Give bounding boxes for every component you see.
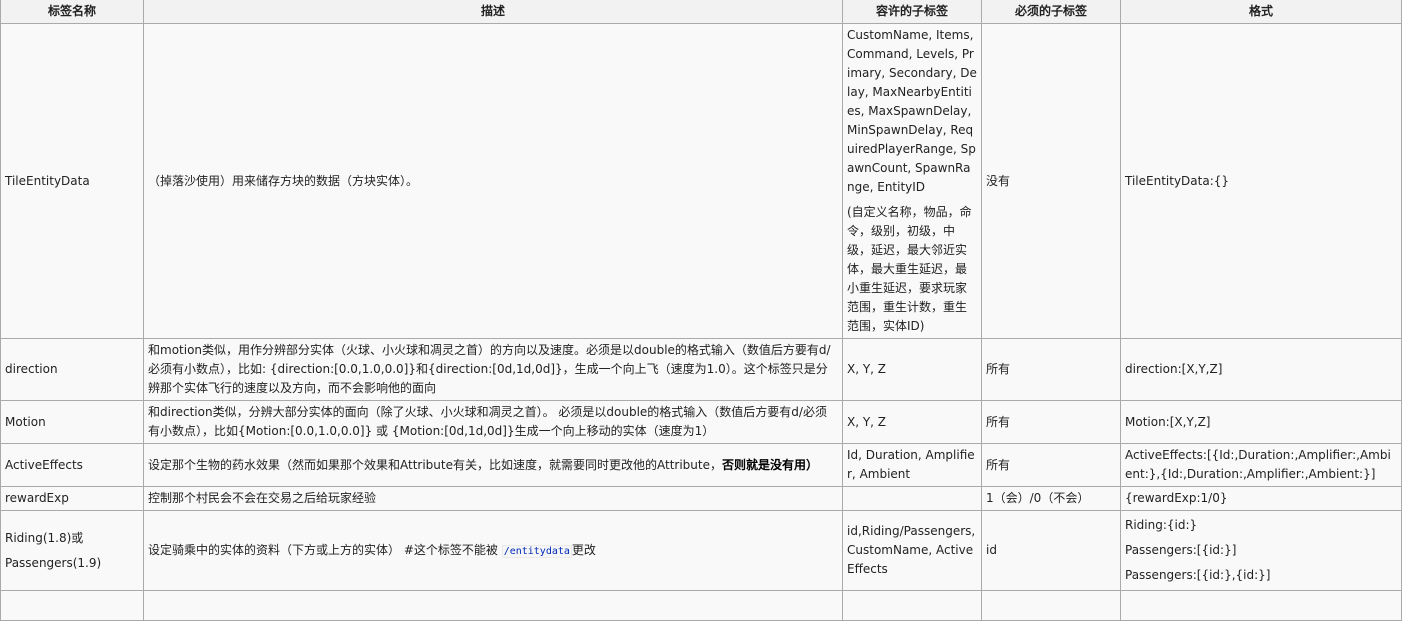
- allowed-cell: id,Riding/Passengers,CustomName, ActiveE…: [842, 510, 982, 591]
- table-row: [0, 590, 1402, 621]
- required-cell: 所有: [981, 338, 1121, 401]
- description-cell: 和direction类似，分辨大部分实体的面向（除了火球、小火球和凋灵之首）。 …: [143, 400, 843, 444]
- allowed-list: CustomName, Items, Command, Levels, Prim…: [847, 28, 977, 194]
- allowed-note: (自定义名称，物品，命令，级别，初级，中级，延迟，最大邻近实体，最大重生延迟，最…: [847, 205, 972, 333]
- allowed-cell: CustomName, Items, Command, Levels, Prim…: [842, 23, 982, 339]
- allowed-cell: Id, Duration, Amplifier, Ambient: [842, 443, 982, 487]
- table-row: direction 和motion类似，用作分辨部分实体（火球、小火球和凋灵之首…: [0, 338, 1402, 401]
- table-row: TileEntityData （掉落沙使用）用来储存方块的数据（方块实体）。 C…: [0, 23, 1402, 339]
- column-header-required[interactable]: 必须的子标签: [981, 0, 1121, 24]
- format-line: Riding:{id:}: [1125, 518, 1198, 532]
- column-header-allowed[interactable]: 容许的子标签: [842, 0, 982, 24]
- tag-name-line: Riding(1.8)或: [5, 530, 84, 545]
- tag-name-cell: ActiveEffects: [0, 443, 144, 487]
- description-text: 设定那个生物的药水效果（然而如果那个效果和Attribute有关，比如速度，就需…: [148, 457, 722, 472]
- description-cell: 控制那个村民会不会在交易之后给玩家经验: [143, 486, 843, 511]
- format-cell: direction:[X,Y,Z]: [1120, 338, 1402, 401]
- allowed-cell: [842, 486, 982, 511]
- column-header-description[interactable]: 描述: [143, 0, 843, 24]
- empty-cell: [981, 590, 1121, 621]
- description-cell: （掉落沙使用）用来储存方块的数据（方块实体）。: [143, 23, 843, 339]
- tag-name-cell: rewardExp: [0, 486, 144, 511]
- tag-name-cell: TileEntityData: [0, 23, 144, 339]
- description-cell: 设定骑乘中的实体的资料（下方或上方的实体） #这个标签不能被 /entityda…: [143, 510, 843, 591]
- format-line: Passengers:[{id:}]: [1125, 543, 1237, 557]
- table-row: rewardExp 控制那个村民会不会在交易之后给玩家经验 1（会）/0（不会）…: [0, 486, 1402, 511]
- table-row: ActiveEffects 设定那个生物的药水效果（然而如果那个效果和Attri…: [0, 443, 1402, 487]
- empty-cell: [1120, 590, 1402, 621]
- empty-cell: [0, 590, 144, 621]
- required-cell: 所有: [981, 400, 1121, 444]
- format-cell: Motion:[X,Y,Z]: [1120, 400, 1402, 444]
- tag-name-cell: Riding(1.8)或 Passengers(1.9): [0, 510, 144, 591]
- column-header-name[interactable]: 标签名称: [0, 0, 144, 24]
- description-bold-text: 否则就是没有用）: [721, 457, 818, 472]
- description-cell: 设定那个生物的药水效果（然而如果那个效果和Attribute有关，比如速度，就需…: [143, 443, 843, 487]
- table-row: Riding(1.8)或 Passengers(1.9) 设定骑乘中的实体的资料…: [0, 510, 1402, 591]
- format-cell: ActiveEffects:[{Id:,Duration:,Amplifier:…: [1120, 443, 1402, 487]
- allowed-cell: X, Y, Z: [842, 338, 982, 401]
- format-cell: {rewardExp:1/0}: [1120, 486, 1402, 511]
- description-tail: 更改: [571, 542, 596, 557]
- format-cell: Riding:{id:} Passengers:[{id:}] Passenge…: [1120, 510, 1402, 591]
- allowed-cell: X, Y, Z: [842, 400, 982, 444]
- table-row: Motion 和direction类似，分辨大部分实体的面向（除了火球、小火球和…: [0, 400, 1402, 444]
- description-cell: 和motion类似，用作分辨部分实体（火球、小火球和凋灵之首）的方向以及速度。必…: [143, 338, 843, 401]
- header-row: 标签名称 描述 容许的子标签 必须的子标签 格式: [0, 0, 1402, 24]
- format-cell: TileEntityData:{}: [1120, 23, 1402, 339]
- required-cell: 所有: [981, 443, 1121, 487]
- tag-name-line: Passengers(1.9): [5, 555, 102, 570]
- command-code: /entitydata: [501, 544, 572, 558]
- nbt-tag-table: 标签名称 描述 容许的子标签 必须的子标签 格式 TileEntityData …: [0, 0, 1402, 621]
- required-cell: 1（会）/0（不会）: [981, 486, 1121, 511]
- tag-name-cell: Motion: [0, 400, 144, 444]
- required-cell: id: [981, 510, 1121, 591]
- format-line: Passengers:[{id:},{id:}]: [1125, 568, 1271, 582]
- column-header-format[interactable]: 格式: [1120, 0, 1402, 24]
- description-text: 设定骑乘中的实体的资料（下方或上方的实体） #这个标签不能被: [148, 542, 502, 557]
- empty-cell: [842, 590, 982, 621]
- empty-cell: [143, 590, 843, 621]
- tag-name-cell: direction: [0, 338, 144, 401]
- required-cell: 没有: [981, 23, 1121, 339]
